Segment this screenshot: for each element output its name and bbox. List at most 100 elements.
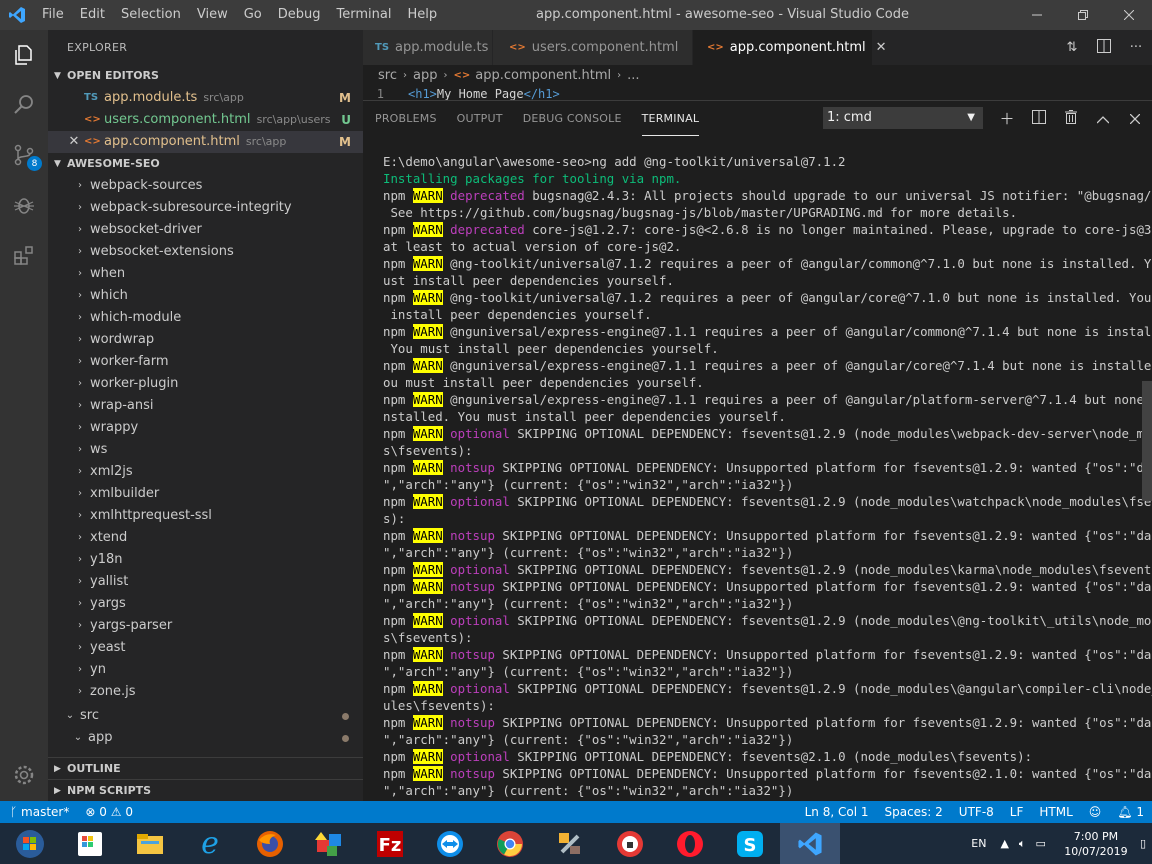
open-editors-section[interactable]: ▼ OPEN EDITORS bbox=[48, 65, 363, 87]
tree-item[interactable]: › y18n bbox=[48, 549, 363, 571]
tree-item[interactable]: › yallist bbox=[48, 571, 363, 593]
app-launcher-icon[interactable] bbox=[300, 823, 360, 864]
tree-item[interactable]: › webpack-subresource-integrity bbox=[48, 197, 363, 219]
tree-item[interactable]: › xmlbuilder bbox=[48, 483, 363, 505]
split-editor-icon[interactable] bbox=[1088, 38, 1120, 57]
vscode-logo-icon[interactable] bbox=[0, 0, 34, 30]
file-explorer-icon[interactable] bbox=[120, 823, 180, 864]
feedback-smiley-icon[interactable]: ☺ bbox=[1081, 801, 1110, 823]
npm-scripts-section[interactable]: ▶ NPM SCRIPTS bbox=[48, 779, 363, 801]
problems-status[interactable]: ⊗ 0 ⚠ 0 bbox=[77, 801, 141, 823]
notifications-status[interactable]: 🔔︎ 1 bbox=[1109, 801, 1152, 823]
menu-go[interactable]: Go bbox=[236, 0, 270, 30]
tree-folder-src[interactable]: ⌄ src bbox=[48, 705, 363, 727]
tab-app-module[interactable]: TS app.module.ts bbox=[363, 30, 493, 65]
breadcrumb-item[interactable]: app.component.html bbox=[475, 65, 611, 87]
menu-terminal[interactable]: Terminal bbox=[329, 0, 400, 30]
tree-item[interactable]: › yeast bbox=[48, 637, 363, 659]
tree-item[interactable]: › wordwrap bbox=[48, 329, 363, 351]
tree-item[interactable]: › zone.js bbox=[48, 681, 363, 703]
internet-explorer-icon[interactable]: e bbox=[180, 823, 240, 864]
tree-item[interactable]: › yargs bbox=[48, 593, 363, 615]
tree-item[interactable]: › worker-farm bbox=[48, 351, 363, 373]
close-tab-icon[interactable]: ✕ bbox=[876, 40, 887, 55]
clock[interactable]: 7:00 PM 10/07/2019 bbox=[1056, 829, 1136, 859]
cursor-position[interactable]: Ln 8, Col 1 bbox=[797, 801, 877, 823]
outline-section[interactable]: ▶ OUTLINE bbox=[48, 757, 363, 779]
tree-item[interactable]: › which bbox=[48, 285, 363, 307]
tree-item[interactable]: › wrap-ansi bbox=[48, 395, 363, 417]
search-icon[interactable] bbox=[0, 80, 48, 130]
close-window-icon[interactable] bbox=[1106, 0, 1152, 30]
tree-folder-app[interactable]: ⌄ app bbox=[48, 727, 363, 749]
end-of-line[interactable]: LF bbox=[1002, 801, 1032, 823]
tree-item[interactable]: › websocket-driver bbox=[48, 219, 363, 241]
tab-problems[interactable]: PROBLEMS bbox=[375, 101, 437, 136]
more-actions-icon[interactable]: ··· bbox=[1120, 40, 1152, 55]
new-terminal-icon[interactable]: ＋ bbox=[991, 108, 1023, 129]
breadcrumb-item[interactable]: ... bbox=[627, 65, 639, 87]
open-editor-item[interactable]: <> users.component.html src\app\users U bbox=[48, 109, 363, 131]
explorer-icon[interactable] bbox=[0, 30, 48, 80]
open-editor-item-active[interactable]: ✕ <> app.component.html src\app M bbox=[48, 131, 363, 153]
network-icon[interactable]: ▭ bbox=[1036, 837, 1046, 850]
terminal-output[interactable]: E:\demo\angular\awesome-seo>ng add @ng-t… bbox=[383, 153, 1152, 799]
terminal-scrollbar[interactable] bbox=[1142, 381, 1152, 501]
maximize-panel-icon[interactable] bbox=[1087, 110, 1119, 128]
encoding[interactable]: UTF-8 bbox=[951, 801, 1002, 823]
open-changes-icon[interactable]: ⇅ bbox=[1056, 40, 1088, 55]
menu-help[interactable]: Help bbox=[399, 0, 445, 30]
tree-item[interactable]: › wrappy bbox=[48, 417, 363, 439]
tree-item[interactable]: › worker-plugin bbox=[48, 373, 363, 395]
tree-item[interactable]: › xtend bbox=[48, 527, 363, 549]
close-panel-icon[interactable] bbox=[1119, 110, 1151, 128]
menu-debug[interactable]: Debug bbox=[270, 0, 329, 30]
close-icon[interactable]: ✕ bbox=[64, 131, 84, 153]
keepass-lock-icon[interactable] bbox=[600, 823, 660, 864]
vscode-taskbar-icon[interactable] bbox=[780, 823, 840, 864]
extensions-icon[interactable] bbox=[0, 230, 48, 280]
menu-edit[interactable]: Edit bbox=[72, 0, 113, 30]
split-terminal-icon[interactable] bbox=[1023, 109, 1055, 128]
teamviewer-icon[interactable] bbox=[420, 823, 480, 864]
tab-debug-console[interactable]: DEBUG CONSOLE bbox=[523, 101, 622, 136]
input-language[interactable]: EN bbox=[971, 837, 986, 850]
tree-item[interactable]: › which-module bbox=[48, 307, 363, 329]
indentation[interactable]: Spaces: 2 bbox=[876, 801, 950, 823]
tray-expand-icon[interactable]: ▲ bbox=[1000, 837, 1008, 850]
tree-item[interactable]: › ws bbox=[48, 439, 363, 461]
source-control-icon[interactable]: 8 bbox=[0, 130, 48, 180]
skype-icon[interactable]: S bbox=[720, 823, 780, 864]
language-mode[interactable]: HTML bbox=[1031, 801, 1080, 823]
tab-output[interactable]: OUTPUT bbox=[457, 101, 503, 136]
menu-view[interactable]: View bbox=[189, 0, 236, 30]
tab-app-component[interactable]: <> app.component.html ✕ bbox=[693, 30, 887, 65]
breadcrumb-item[interactable]: src bbox=[378, 65, 397, 87]
windows-start-icon[interactable] bbox=[0, 823, 60, 864]
firefox-icon[interactable] bbox=[240, 823, 300, 864]
tree-item[interactable]: › xmlhttprequest-ssl bbox=[48, 505, 363, 527]
tree-item[interactable]: › xml2js bbox=[48, 461, 363, 483]
breadcrumb-item[interactable]: app bbox=[413, 65, 437, 87]
tab-terminal[interactable]: TERMINAL bbox=[641, 101, 700, 136]
debug-icon[interactable] bbox=[0, 180, 48, 230]
tree-item[interactable]: › websocket-extensions bbox=[48, 241, 363, 263]
menu-file[interactable]: File bbox=[34, 0, 72, 30]
tools-icon[interactable] bbox=[540, 823, 600, 864]
settings-gear-icon[interactable] bbox=[0, 750, 48, 800]
branch-status[interactable]: ᚴ master* bbox=[0, 801, 77, 823]
start-menu-tiles-icon[interactable] bbox=[60, 823, 120, 864]
volume-icon[interactable]: 🔈︎ bbox=[1019, 837, 1026, 851]
action-center-icon[interactable]: ▯ bbox=[1140, 837, 1146, 850]
tree-item[interactable]: › webpack-sources bbox=[48, 175, 363, 197]
restore-icon[interactable] bbox=[1060, 0, 1106, 30]
project-section[interactable]: ▼ AWESOME-SEO bbox=[48, 153, 363, 175]
menu-selection[interactable]: Selection bbox=[113, 0, 189, 30]
trash-icon[interactable] bbox=[1055, 109, 1087, 128]
minimize-icon[interactable] bbox=[1014, 0, 1060, 30]
tree-item[interactable]: › when bbox=[48, 263, 363, 285]
opera-icon[interactable] bbox=[660, 823, 720, 864]
chrome-icon[interactable] bbox=[480, 823, 540, 864]
tree-item[interactable]: › yargs-parser bbox=[48, 615, 363, 637]
filezilla-icon[interactable]: Fz bbox=[360, 823, 420, 864]
